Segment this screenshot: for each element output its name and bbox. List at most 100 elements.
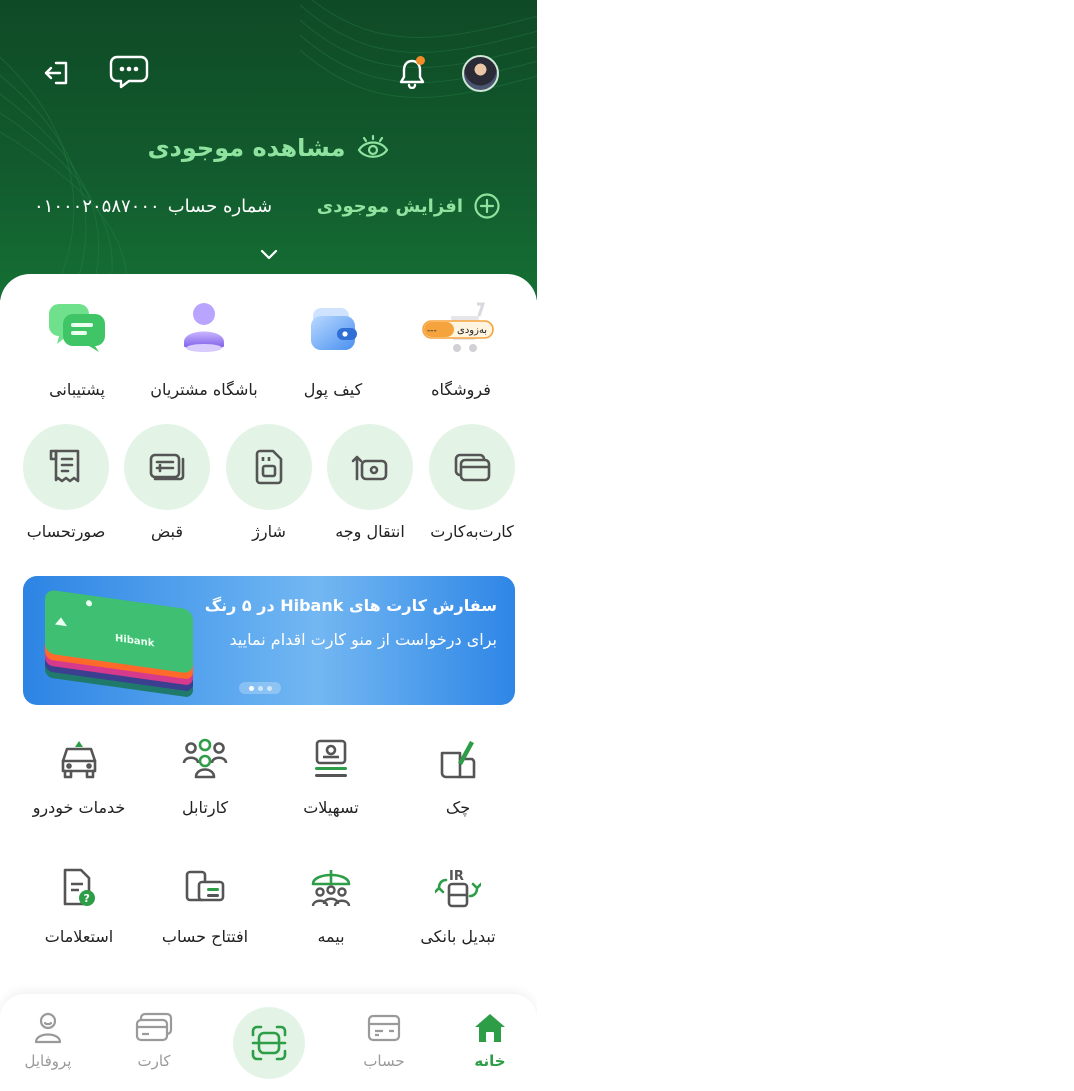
topup-label: افزایش موجودی [316,195,463,217]
notification-dot [416,56,425,65]
action-statement[interactable]: صورتحساب [16,424,116,541]
service-label: چک [445,798,471,817]
nav-label: حساب [363,1052,405,1070]
receipt-icon [49,449,80,483]
service-label: بیمه [317,927,345,946]
scan-button[interactable] [233,1007,305,1079]
svg-text:---: --- [427,326,437,336]
service-open-account[interactable]: افتتاح حساب [142,865,268,946]
logout-button[interactable] [38,54,76,92]
action-label: صورتحساب [26,522,106,541]
service-kartable[interactable]: کارتابل [142,736,268,817]
avatar[interactable] [462,55,499,92]
car-icon [61,741,97,779]
account-number: ۰۱۰۰۰۲۰۵۸۷۰۰۰ [34,195,160,217]
service-loans[interactable]: تسهیلات [268,736,394,817]
carousel-dot[interactable] [248,685,254,691]
service-cheque[interactable]: چک [395,736,521,817]
app-screen: مشاهده موجودی افزایش موجودی ۰۱۰۰۰۲۰۵۸۷۰۰… [0,0,537,1091]
open-account-icon [185,870,225,902]
nav-label: کارت [137,1052,171,1070]
home-icon [475,1014,505,1042]
balance-label: مشاهده موجودی [147,134,346,162]
service-label: خدمات خودرو [32,798,126,817]
carousel-dot[interactable] [266,685,272,691]
cheque-icon [440,741,476,779]
account-info: ۰۱۰۰۰۲۰۵۸۷۰۰۰ شماره حساب [34,186,272,226]
action-label: قبض [150,522,184,541]
shortcut-label: کیف پول [303,380,363,399]
chat-button[interactable] [106,52,152,92]
action-label: شارژ [252,522,286,541]
service-label: استعلامات [44,927,114,946]
sim-card-icon [255,449,283,485]
chat-icon [109,55,149,89]
service-label: افتتاح حساب [161,927,249,946]
card-icon [135,1012,173,1042]
card-to-card-icon [454,453,491,482]
account-label: شماره حساب [167,195,273,217]
transfer-icon [351,455,388,481]
nav-profile[interactable]: پروفایل [8,1010,88,1070]
wallet-icon [301,300,365,364]
shortcut-label: فروشگاه [431,380,491,399]
header: مشاهده موجودی افزایش موجودی ۰۱۰۰۰۲۰۵۸۷۰۰… [0,0,537,300]
nav-account[interactable]: حساب [344,1010,424,1070]
loan-icon [315,739,347,777]
show-balance-button[interactable]: مشاهده موجودی [0,128,537,168]
service-iban-convert[interactable]: IR تبدیل بانکی [395,865,521,946]
group-icon [182,738,228,779]
eye-icon [358,134,389,158]
svg-text:?: ? [84,892,90,905]
iban-convert-icon: IR [435,869,481,908]
service-label: کارتابل [181,798,229,817]
nav-label: خانه [474,1052,506,1070]
nav-home[interactable]: خانه [450,1010,530,1070]
shortcut-label: پشتیبانی [49,380,105,399]
profile-icon [34,1012,62,1044]
bill-icon [149,453,185,481]
promo-banner[interactable]: Hibank سفارش کارت های Hibank در ۵ رنگ بر… [23,576,515,705]
action-label: انتقال وجه [335,522,405,541]
action-charge[interactable]: شارژ [219,424,319,541]
support-chat-icon [45,300,109,364]
plus-circle-icon [474,193,500,219]
shortcut-shop[interactable]: --- به‌زودی فروشگاه [401,300,521,399]
account-row: افزایش موجودی ۰۱۰۰۰۲۰۵۸۷۰۰۰ شماره حساب [0,186,537,226]
shortcut-label: باشگاه مشتریان [150,380,258,399]
shortcut-support[interactable]: پشتیبانی [17,300,137,399]
insurance-icon [311,870,351,907]
expand-account-button[interactable] [256,242,282,266]
svg-text:IR: IR [449,869,464,884]
service-inquiries[interactable]: ? استعلامات [16,865,142,946]
nav-label: پروفایل [24,1052,72,1070]
chevron-down-icon [260,249,278,260]
shop-illustration: --- به‌زودی [422,300,494,364]
scan-icon [251,1025,287,1061]
shortcut-customer-club[interactable]: باشگاه مشتریان [144,300,264,399]
hibank-cards-illustration: Hibank [45,590,193,697]
action-transfer[interactable]: انتقال وجه [320,424,420,541]
coming-soon-badge: به‌زودی [457,325,487,336]
action-card-to-card[interactable]: کارت‌به‌کارت [422,424,522,541]
action-bill[interactable]: قبض [117,424,217,541]
nav-card[interactable]: کارت [114,1010,194,1070]
logout-icon [44,61,68,85]
content-sheet: --- به‌زودی فروشگاه [0,274,537,1014]
service-car[interactable]: خدمات خودرو [16,736,142,817]
carousel-dot[interactable] [257,685,263,691]
action-label: کارت‌به‌کارت [430,522,514,541]
service-label: تبدیل بانکی [420,927,496,946]
carousel-indicator[interactable] [239,682,281,694]
banner-title: سفارش کارت های Hibank در ۵ رنگ [204,596,497,615]
notifications-button[interactable] [394,54,430,92]
bottom-nav: خانه حساب کارت پروفایل [0,994,537,1091]
account-icon [367,1014,401,1042]
service-label: تسهیلات [303,798,359,817]
service-insurance[interactable]: بیمه [268,865,394,946]
banner-subtitle: برای درخواست از منو کارت اقدام نمایید [229,630,497,649]
shortcut-wallet[interactable]: کیف پول [273,300,393,399]
user-club-icon [172,300,236,364]
inquiry-icon: ? [63,868,95,906]
topup-button[interactable]: افزایش موجودی [317,186,501,226]
